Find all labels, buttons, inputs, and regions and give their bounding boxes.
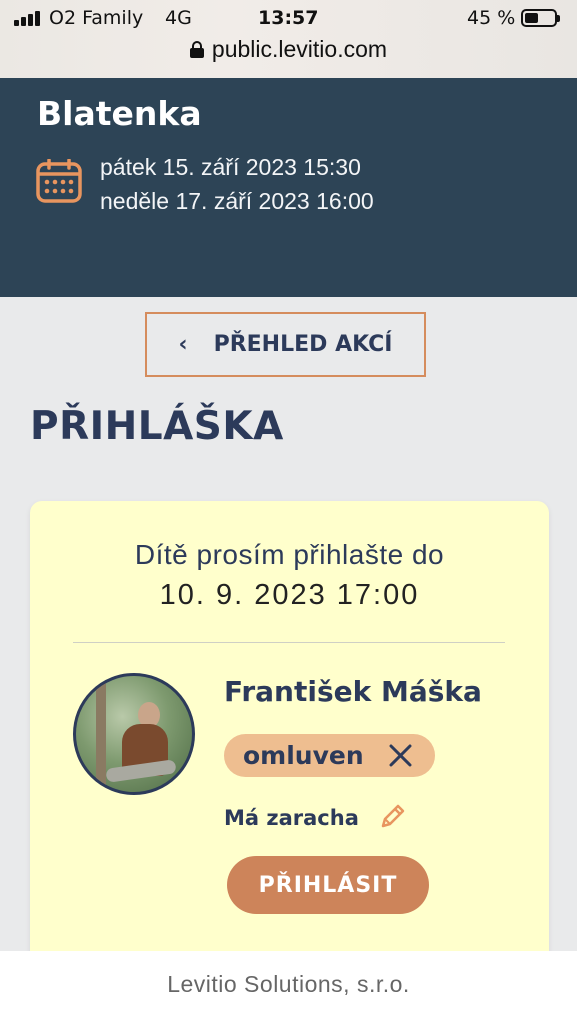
event-end: neděle 17. září 2023 16:00 [100,188,374,214]
address-bar[interactable]: public.levitio.com [0,36,577,63]
footer: Levitio Solutions, s.r.o. [0,951,577,1024]
child-note: Má zaracha [224,806,359,830]
divider [73,642,505,643]
battery-fill [525,13,538,23]
deadline-label: Dítě prosím přihlašte do [134,539,445,570]
url-text: public.levitio.com [211,36,388,62]
footer-text: Levitio Solutions, s.r.o. [167,971,410,997]
back-to-events-button[interactable]: ‹ PŘEHLED AKCÍ [145,312,426,377]
avatar [73,673,195,795]
close-icon[interactable] [388,743,413,768]
event-start: pátek 15. září 2023 15:30 [100,154,361,180]
carrier-label: O2 Family [49,7,144,29]
deadline-value: 10. 9. 2023 17:00 [159,579,420,611]
page-title: PŘIHLÁŠKA [30,404,284,449]
registration-card: Dítě prosím přihlašte do 10. 9. 2023 17:… [30,501,549,971]
battery-percent: 45 % [467,7,516,29]
calendar-icon [36,159,82,203]
lock-icon [189,41,204,58]
battery-icon [521,9,560,27]
browser-chrome: O2 Family 4G 13:57 45 % public.levitio.c… [0,0,577,78]
status-label: omluven [243,741,364,770]
back-button-label: PŘEHLED AKCÍ [213,332,393,357]
event-title: Blatenka [37,94,202,133]
child-name: František Máška [224,675,482,708]
event-dates: pátek 15. září 2023 15:30 neděle 17. zář… [100,150,374,218]
event-header: Blatenka pátek 15. září 2023 15:30 neděl… [0,78,577,297]
status-bar: O2 Family 4G 13:57 45 % [0,7,577,31]
signup-button[interactable]: PŘIHLÁSIT [227,856,429,914]
chevron-left-icon: ‹ [178,332,188,357]
network-label: 4G [165,7,192,29]
status-badge: omluven [224,734,435,777]
pencil-icon[interactable] [379,802,407,830]
signal-icon [14,10,44,26]
status-time: 13:57 [258,7,319,29]
